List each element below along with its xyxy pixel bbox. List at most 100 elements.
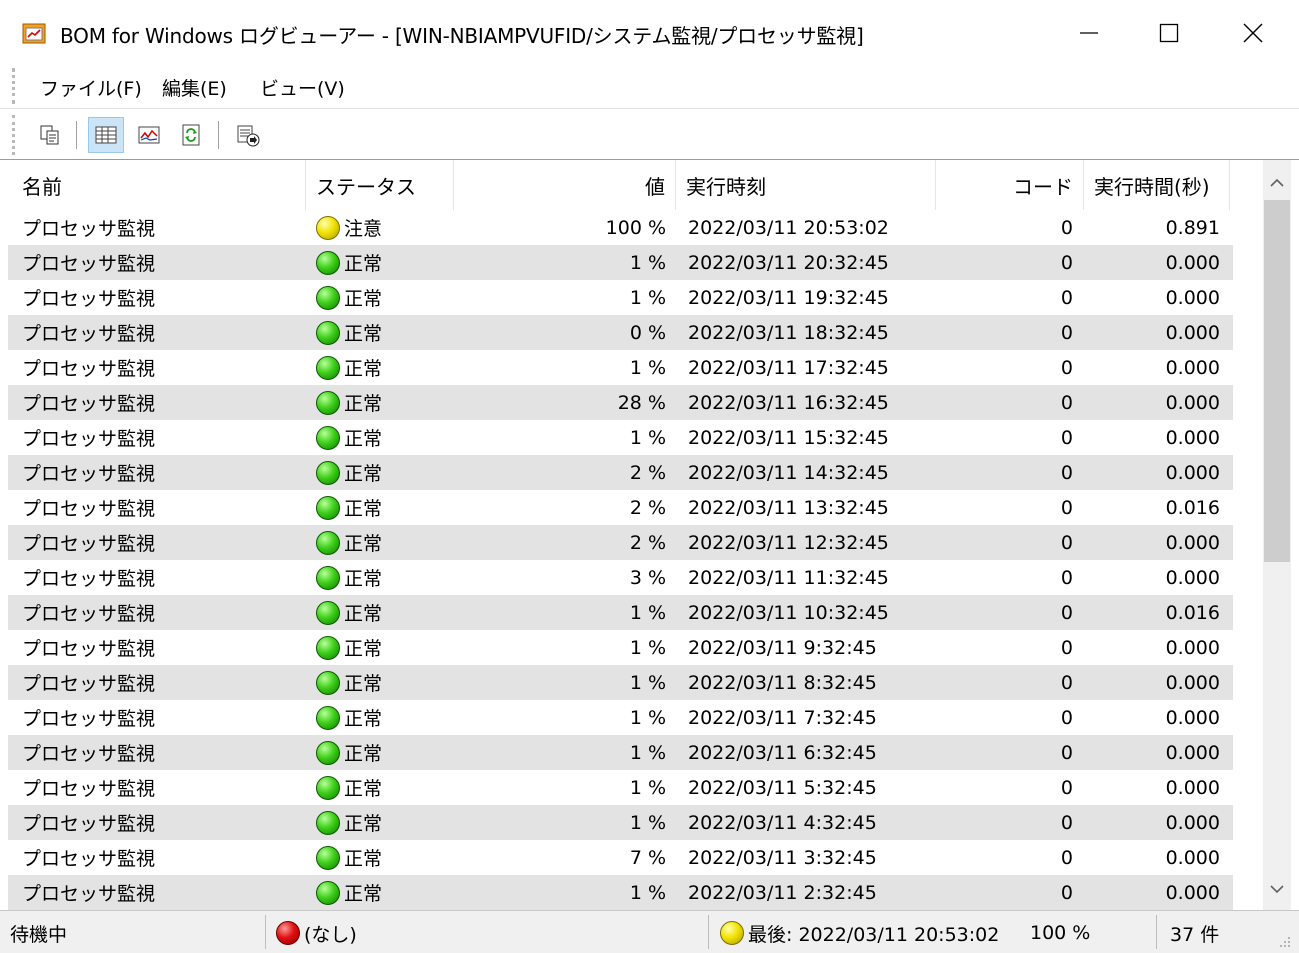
row-duration: 0.000 bbox=[1165, 531, 1220, 554]
table-row[interactable]: プロセッサ監視 正常 28 % 2022/03/11 16:32:45 0 0.000 bbox=[8, 385, 1233, 420]
row-time: 2022/03/11 7:32:45 bbox=[688, 706, 877, 729]
green-status-icon bbox=[316, 460, 340, 485]
row-status: 正常 bbox=[316, 245, 382, 280]
table-row[interactable]: プロセッサ監視 正常 3 % 2022/03/11 11:32:45 0 0.000 bbox=[8, 560, 1233, 595]
row-code: 0 bbox=[1060, 356, 1073, 379]
minimize-button[interactable] bbox=[1054, 8, 1124, 58]
row-name: プロセッサ監視 bbox=[22, 673, 156, 695]
column-header-value[interactable]: 値 bbox=[454, 160, 676, 210]
row-name: プロセッサ監視 bbox=[22, 533, 156, 555]
row-name: プロセッサ監視 bbox=[22, 883, 156, 905]
row-duration: 0.000 bbox=[1165, 461, 1220, 484]
scroll-down-button[interactable] bbox=[1263, 872, 1291, 906]
green-status-icon bbox=[316, 355, 340, 380]
table-row[interactable]: プロセッサ監視 正常 1 % 2022/03/11 8:32:45 0 0.000 bbox=[8, 665, 1233, 700]
row-time: 2022/03/11 17:32:45 bbox=[688, 356, 889, 379]
row-time: 2022/03/11 13:32:45 bbox=[688, 496, 889, 519]
app-icon bbox=[22, 22, 48, 46]
row-value: 28 % bbox=[617, 391, 666, 414]
row-value: 1 % bbox=[629, 251, 666, 274]
menu-edit[interactable]: 編集(E) bbox=[162, 74, 227, 101]
table-row[interactable]: プロセッサ監視 正常 7 % 2022/03/11 3:32:45 0 0.000 bbox=[8, 840, 1233, 875]
chevron-down-icon bbox=[1270, 885, 1284, 894]
table-row[interactable]: プロセッサ監視 正常 2 % 2022/03/11 14:32:45 0 0.000 bbox=[8, 455, 1233, 490]
row-value: 2 % bbox=[629, 496, 666, 519]
row-value: 1 % bbox=[629, 601, 666, 624]
row-time: 2022/03/11 16:32:45 bbox=[688, 391, 889, 414]
table-row[interactable]: プロセッサ監視 正常 1 % 2022/03/11 20:32:45 0 0.000 bbox=[8, 245, 1233, 280]
table-row[interactable]: プロセッサ監視 正常 1 % 2022/03/11 19:32:45 0 0.000 bbox=[8, 280, 1233, 315]
table-row[interactable]: プロセッサ監視 注意 100 % 2022/03/11 20:53:02 0 0.891 bbox=[8, 210, 1233, 245]
list-view-button[interactable] bbox=[88, 117, 124, 153]
row-status-label: 正常 bbox=[344, 778, 383, 800]
table-row[interactable]: プロセッサ監視 正常 1 % 2022/03/11 5:32:45 0 0.000 bbox=[8, 770, 1233, 805]
graph-view-button[interactable] bbox=[131, 117, 167, 153]
table-row[interactable]: プロセッサ監視 正常 1 % 2022/03/11 9:32:45 0 0.000 bbox=[8, 630, 1233, 665]
table-row[interactable]: プロセッサ監視 正常 0 % 2022/03/11 18:32:45 0 0.000 bbox=[8, 315, 1233, 350]
row-name: プロセッサ監視 bbox=[22, 463, 156, 485]
row-status: 正常 bbox=[316, 805, 382, 840]
copy-button[interactable] bbox=[32, 117, 68, 153]
scroll-thumb[interactable] bbox=[1264, 200, 1290, 562]
row-code: 0 bbox=[1060, 461, 1073, 484]
table-row[interactable]: プロセッサ監視 正常 2 % 2022/03/11 12:32:45 0 0.000 bbox=[8, 525, 1233, 560]
row-time: 2022/03/11 14:32:45 bbox=[688, 461, 889, 484]
minimize-icon bbox=[1080, 32, 1098, 34]
row-value: 0 % bbox=[629, 321, 666, 344]
row-duration: 0.000 bbox=[1165, 741, 1220, 764]
log-list[interactable]: 名前 ステータス 値 実行時刻 コード 実行時間(秒) プロセッサ監視 注意 100… bbox=[8, 160, 1263, 910]
row-duration: 0.016 bbox=[1165, 496, 1220, 519]
column-header-name[interactable]: 名前 bbox=[8, 160, 306, 210]
row-time: 2022/03/11 5:32:45 bbox=[688, 776, 877, 799]
row-time: 2022/03/11 6:32:45 bbox=[688, 741, 877, 764]
toolbar bbox=[0, 109, 1299, 160]
refresh-button[interactable] bbox=[173, 117, 209, 153]
row-name: プロセッサ監視 bbox=[22, 218, 156, 240]
green-status-icon bbox=[316, 285, 340, 310]
row-status-label: 正常 bbox=[344, 708, 383, 730]
table-row[interactable]: プロセッサ監視 正常 1 % 2022/03/11 7:32:45 0 0.000 bbox=[8, 700, 1233, 735]
table-row[interactable]: プロセッサ監視 正常 1 % 2022/03/11 6:32:45 0 0.000 bbox=[8, 735, 1233, 770]
column-header-status[interactable]: ステータス bbox=[306, 160, 454, 210]
green-status-icon bbox=[316, 495, 340, 520]
row-value: 1 % bbox=[629, 636, 666, 659]
row-code: 0 bbox=[1060, 496, 1073, 519]
menu-view[interactable]: ビュー(V) bbox=[260, 74, 345, 101]
row-status-label: 正常 bbox=[344, 358, 383, 380]
scroll-up-button[interactable] bbox=[1263, 166, 1291, 200]
close-button[interactable] bbox=[1218, 8, 1288, 58]
row-name: プロセッサ監視 bbox=[22, 323, 156, 345]
row-code: 0 bbox=[1060, 391, 1073, 414]
row-name: プロセッサ監視 bbox=[22, 288, 156, 310]
table-row[interactable]: プロセッサ監視 正常 2 % 2022/03/11 13:32:45 0 0.016 bbox=[8, 490, 1233, 525]
table-row[interactable]: プロセッサ監視 正常 1 % 2022/03/11 15:32:45 0 0.000 bbox=[8, 420, 1233, 455]
green-status-icon bbox=[316, 775, 340, 800]
row-status: 正常 bbox=[316, 350, 382, 385]
maximize-button[interactable] bbox=[1134, 8, 1204, 58]
column-header-duration[interactable]: 実行時間(秒) bbox=[1084, 160, 1230, 210]
column-header-code[interactable]: コード bbox=[936, 160, 1084, 210]
toolbar-grip[interactable] bbox=[12, 115, 18, 155]
row-time: 2022/03/11 18:32:45 bbox=[688, 321, 889, 344]
table-row[interactable]: プロセッサ監視 正常 1 % 2022/03/11 2:32:45 0 0.000 bbox=[8, 875, 1233, 910]
green-status-icon bbox=[316, 600, 340, 625]
menubar-grip[interactable] bbox=[12, 68, 18, 104]
table-row[interactable]: プロセッサ監視 正常 1 % 2022/03/11 17:32:45 0 0.000 bbox=[8, 350, 1233, 385]
green-status-icon bbox=[316, 705, 340, 730]
row-code: 0 bbox=[1060, 811, 1073, 834]
export-button[interactable] bbox=[230, 117, 266, 153]
row-code: 0 bbox=[1060, 426, 1073, 449]
column-header-time[interactable]: 実行時刻 bbox=[676, 160, 936, 210]
table-row[interactable]: プロセッサ監視 正常 1 % 2022/03/11 4:32:45 0 0.000 bbox=[8, 805, 1233, 840]
row-time: 2022/03/11 9:32:45 bbox=[688, 636, 877, 659]
yellow-status-icon bbox=[316, 215, 340, 240]
row-status: 正常 bbox=[316, 385, 382, 420]
row-status: 正常 bbox=[316, 455, 382, 490]
row-status-label: 正常 bbox=[344, 638, 383, 660]
row-status-label: 正常 bbox=[344, 498, 383, 520]
vertical-scrollbar[interactable] bbox=[1263, 160, 1291, 910]
row-status: 正常 bbox=[316, 665, 382, 700]
resize-grip-icon[interactable] bbox=[1276, 933, 1292, 949]
menu-file[interactable]: ファイル(F) bbox=[40, 74, 142, 101]
table-row[interactable]: プロセッサ監視 正常 1 % 2022/03/11 10:32:45 0 0.016 bbox=[8, 595, 1233, 630]
